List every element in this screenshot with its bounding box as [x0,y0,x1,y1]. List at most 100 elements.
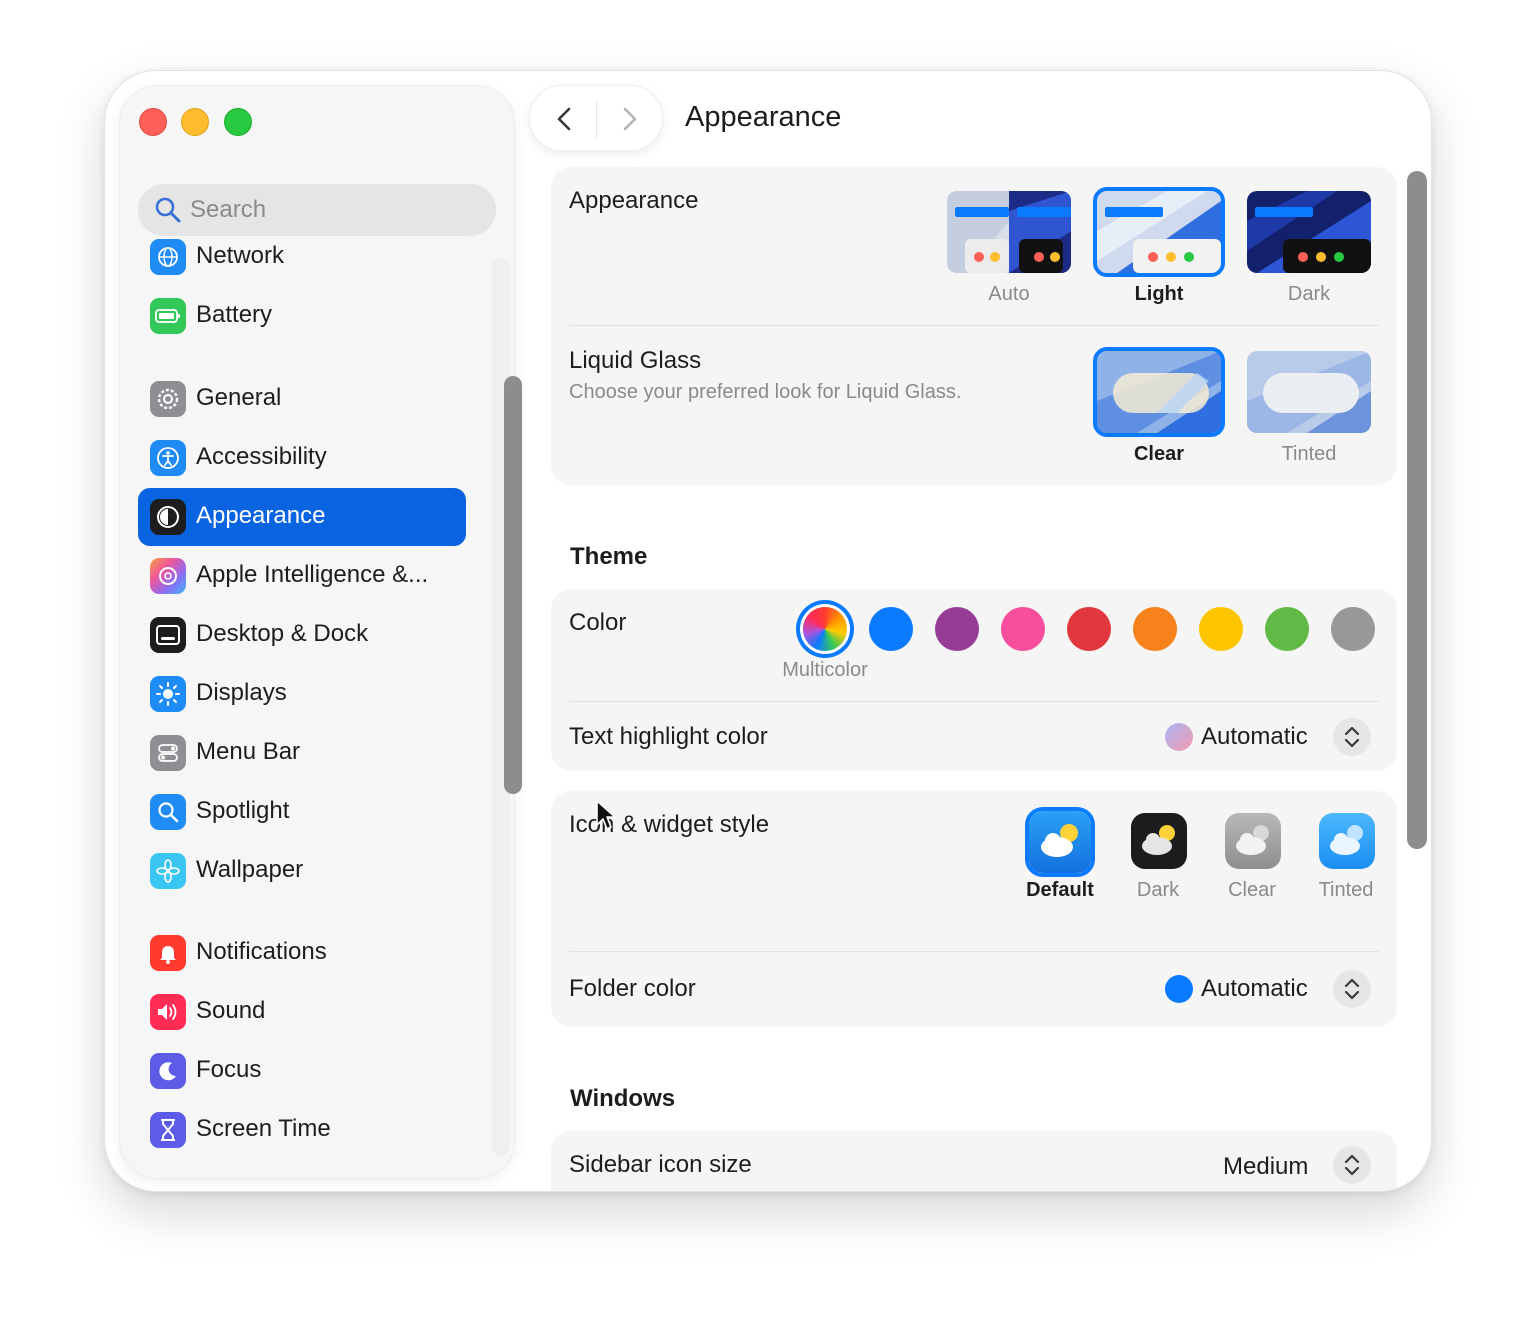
sidebar-item-label: General [196,384,282,411]
color-swatch-multicolor[interactable] [803,607,847,651]
sidebar-item-label: Network [196,242,285,269]
liquid-glass-clear-thumbnail[interactable] [1093,347,1225,437]
sidebar-item-label: Apple Intelligence &... [196,561,429,588]
sidebar-item-label: Sound [196,997,266,1024]
sidebar-item-screen-time[interactable]: Screen Time [138,1101,466,1159]
chevron-up-down-icon [1344,978,1360,1000]
close-button[interactable] [139,108,167,136]
sidebar-item-label: Menu Bar [196,738,301,765]
sidebar-item-menu-bar[interactable]: Menu Bar [138,724,466,782]
chevron-left-icon[interactable] [550,104,580,134]
sidebar-item-label: Screen Time [196,1115,331,1142]
sidebar-item-network[interactable]: Network [138,228,466,286]
sidebar-item-general[interactable]: General [138,370,466,428]
color-label: Color [569,609,627,636]
battery-icon [150,298,186,334]
icon-widget-card: Icon & widget style Default Dark Clear T… [551,791,1397,1027]
appearance-light-thumbnail[interactable] [1093,187,1225,277]
appearance-auto-label: Auto [988,283,1030,305]
sidebar-icon-size-stepper[interactable] [1333,1146,1371,1184]
flower-icon [150,853,186,889]
sidebar-item-sound[interactable]: Sound [138,983,466,1041]
color-swatch-graphite[interactable] [1331,607,1375,651]
sidebar-item-label: Notifications [196,938,327,965]
icon-style-tinted[interactable] [1319,813,1375,869]
text-highlight-popup[interactable]: Automatic [1165,719,1308,755]
sidebar-item-label: Desktop & Dock [196,620,369,647]
sidebar-icon-size-value: Medium [1223,1153,1309,1180]
color-swatch-red[interactable] [1067,607,1111,651]
mouse-pointer-icon [596,800,616,830]
accessibility-icon [150,440,186,476]
folder-color-popup[interactable]: Automatic [1165,971,1308,1007]
appearance-dark-thumbnail[interactable] [1247,191,1371,273]
color-swatch-green[interactable] [1265,607,1309,651]
sidebar-item-appearance[interactable]: Appearance [138,488,466,546]
sidebar-item-battery[interactable]: Battery [138,287,466,345]
icon-style-tinted-label: Tinted [1318,879,1374,901]
sidebar-item-label: Focus [196,1056,262,1083]
sidebar-scrollbar-thumb[interactable] [504,376,522,794]
zoom-button[interactable] [224,108,252,136]
sidebar-item-focus[interactable]: Focus [138,1042,466,1100]
sidebar-item-desktop-dock[interactable]: Desktop & Dock [138,606,466,664]
appearance-auto-thumbnail[interactable] [947,191,1071,273]
sidebar-item-wallpaper[interactable]: Wallpaper [138,842,466,900]
icon-style-default[interactable] [1025,807,1095,877]
liquid-glass-clear-label: Clear [1133,443,1185,465]
speaker-icon [150,994,186,1030]
moon-icon [150,1053,186,1089]
liquid-glass-tinted-thumbnail[interactable] [1247,351,1371,433]
folder-color-stepper[interactable] [1333,970,1371,1008]
sidebar: Search Network Battery General Accessibi… [119,85,522,1179]
minimize-button[interactable] [181,108,209,136]
chevron-right-icon[interactable] [614,104,644,134]
liquid-glass-tinted-label: Tinted [1281,443,1337,465]
text-highlight-stepper[interactable] [1333,718,1371,756]
icon-style-clear-label: Clear [1228,879,1276,901]
sidebar-item-displays[interactable]: Displays [138,665,466,723]
divider [569,951,1379,952]
liquid-glass-label: Liquid Glass [569,347,702,374]
sidebar-item-label: Accessibility [196,443,327,470]
sidebar-item-notifications[interactable]: Notifications [138,924,466,982]
menubar-icon [150,735,186,771]
theme-card: Color Multicolor Text highlight color Au… [551,589,1397,771]
windows-section-title: Windows [570,1085,676,1112]
color-swatch-pink[interactable] [1001,607,1045,651]
sidebar-item-label: Battery [196,301,273,328]
folder-color-label: Folder color [569,975,696,1002]
folder-color-value: Automatic [1201,975,1308,1002]
folder-color-dot [1165,975,1193,1003]
sidebar-item-accessibility[interactable]: Accessibility [138,429,466,487]
appearance-light-label: Light [1134,283,1184,305]
icon-style-dark-label: Dark [1136,879,1180,901]
magnifier-icon [150,794,186,830]
sun-icon [150,676,186,712]
nav-separator [596,100,597,138]
appearance-icon [150,499,186,535]
icon-style-clear[interactable] [1225,813,1281,869]
hourglass-icon [150,1112,186,1148]
search-icon [155,197,181,223]
sidebar-icon-size-popup[interactable]: Medium [1223,1149,1308,1185]
icon-style-dark[interactable] [1131,813,1187,869]
color-swatch-blue[interactable] [869,607,913,651]
appearance-card: Appearance Auto Light Dark Liquid Glass … [551,167,1397,485]
sidebar-item-label: Spotlight [196,797,290,824]
search-placeholder: Search [190,196,267,223]
dock-icon [150,617,186,653]
apple-intelligence-icon [150,558,186,594]
appearance-label: Appearance [569,187,699,214]
sidebar-item-label: Appearance [196,502,326,529]
color-swatch-yellow[interactable] [1199,607,1243,651]
windows-card: Sidebar icon size Medium [551,1131,1397,1191]
sidebar-item-spotlight[interactable]: Spotlight [138,783,466,841]
text-highlight-label: Text highlight color [569,723,768,750]
sidebar-item-label: Wallpaper [196,856,304,883]
color-swatch-orange[interactable] [1133,607,1177,651]
color-swatch-purple[interactable] [935,607,979,651]
icon-style-default-label: Default [1026,879,1094,901]
content-scrollbar-thumb[interactable] [1407,171,1427,849]
sidebar-item-apple-intelligence[interactable]: Apple Intelligence &... [138,547,466,605]
